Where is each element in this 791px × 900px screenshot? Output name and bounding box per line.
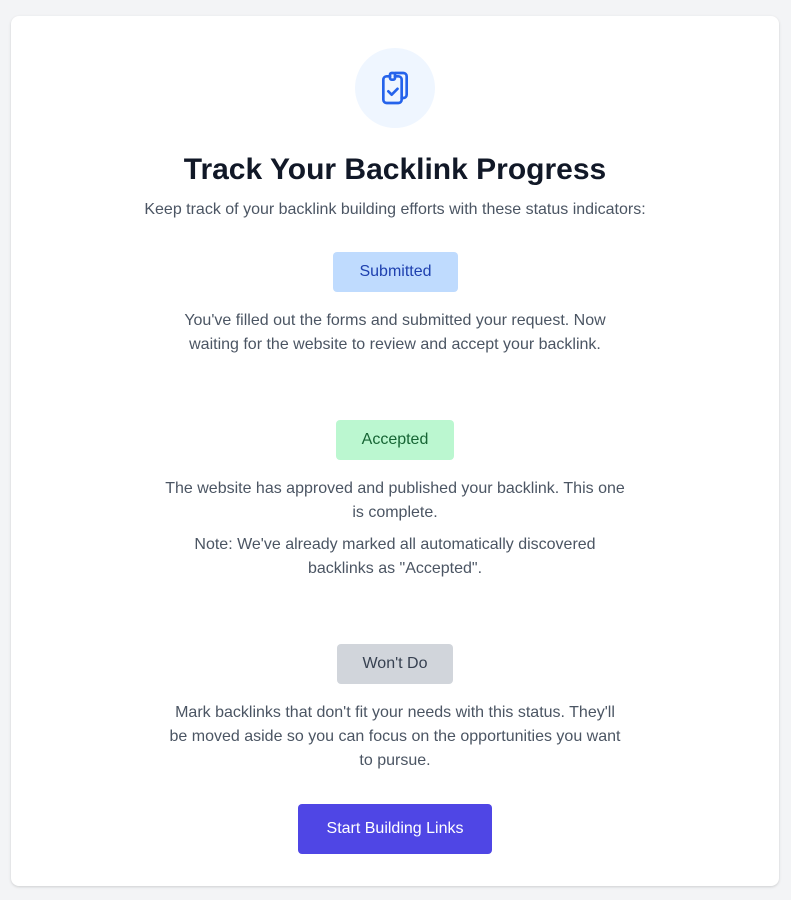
clipboard-check-icon xyxy=(382,71,408,105)
status-badge-submitted: Submitted xyxy=(333,252,458,292)
status-description-accepted: The website has approved and published y… xyxy=(165,480,625,521)
status-badge-accepted: Accepted xyxy=(336,420,454,460)
status-description-submitted: You've filled out the forms and submitte… xyxy=(184,312,606,353)
header-icon-circle xyxy=(355,48,435,128)
status-badge-wont-do: Won't Do xyxy=(337,644,453,684)
page-title: Track Your Backlink Progress xyxy=(183,153,607,186)
status-description-wont-do: Mark backlinks that don't fit your needs… xyxy=(169,704,621,769)
page-subtitle: Keep track of your backlink building eff… xyxy=(144,201,646,218)
start-building-links-button[interactable]: Start Building Links xyxy=(298,804,492,854)
onboarding-card: Track Your Backlink Progress Keep track … xyxy=(11,16,779,886)
status-note-accepted: Note: We've already marked all automatic… xyxy=(194,536,596,577)
